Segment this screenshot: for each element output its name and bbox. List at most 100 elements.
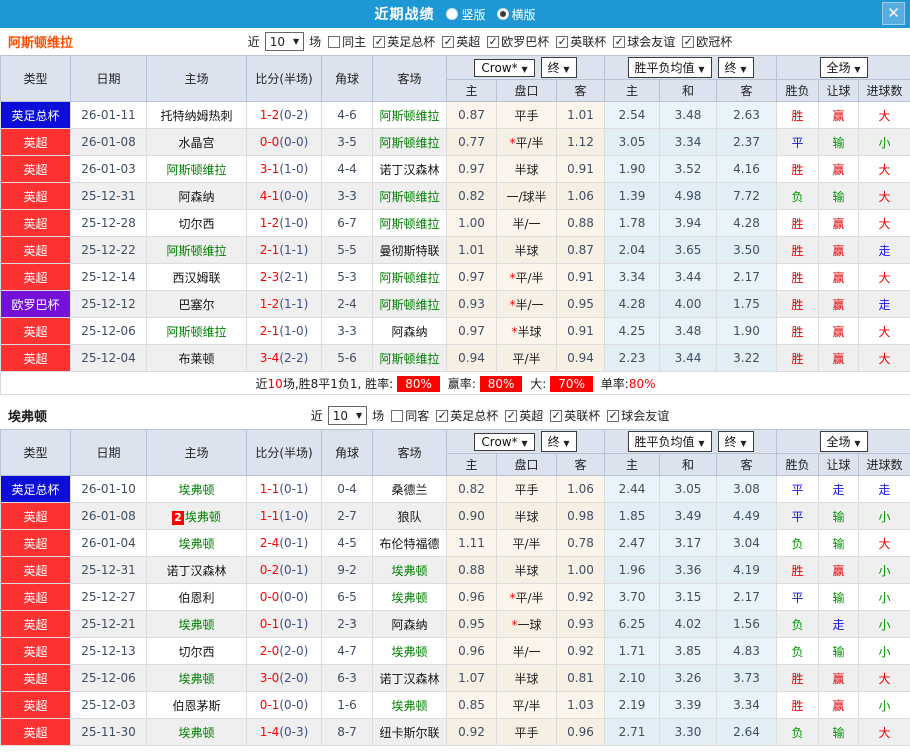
league-filter-checkbox[interactable]: ✓ — [613, 35, 626, 48]
home-team-name: 切尔西 — [178, 644, 215, 659]
handicap: 半球 — [496, 236, 557, 264]
match-row: 英超 25-12-28 切尔西 1-2(1-0) 6-7 阿斯顿维拉 1.00 半/一 0.88… — [0, 209, 910, 237]
scope-dropdown[interactable]: 全场 ▼ — [819, 57, 868, 78]
home-team-name: 埃弗顿 — [184, 509, 221, 524]
handicap: 平/半 — [496, 529, 557, 557]
final-dropdown[interactable]: 终 ▼ — [717, 431, 754, 452]
bookmaker-dropdown[interactable]: Crow* ▼ — [474, 433, 535, 451]
result-goals: 大 — [858, 182, 910, 210]
same-venue-checkbox[interactable] — [391, 409, 404, 422]
fulltime-score: 3-0 — [259, 671, 280, 685]
corner-score: 8-7 — [321, 718, 373, 746]
corner-score: 4-6 — [321, 101, 373, 129]
handicap: 半球 — [496, 502, 557, 530]
match-date: 26-01-03 — [70, 155, 147, 183]
handicap-text: 一/球半 — [506, 189, 547, 204]
league-badge: 英超 — [0, 236, 71, 264]
radio-vertical-layout[interactable] — [446, 8, 459, 20]
caret-down-icon: ▼ — [854, 439, 861, 448]
avg-win: 2.19 — [604, 691, 660, 719]
result-goals: 大 — [858, 209, 910, 237]
same-venue-checkbox[interactable] — [328, 35, 341, 48]
final-dropdown[interactable]: 终 ▼ — [540, 431, 577, 452]
avg-lose: 3.34 — [715, 691, 778, 719]
avg-lose: 4.83 — [715, 637, 778, 665]
home-team-name: 伯恩利 — [178, 590, 215, 605]
avg-win: 2.10 — [604, 664, 660, 692]
match-score: 1-1(0-1) — [246, 475, 322, 503]
sub-column-header: 盘口 — [496, 79, 557, 102]
fulltime-score: 2-4 — [259, 536, 280, 550]
league-filter-checkbox[interactable]: ✓ — [487, 35, 500, 48]
result-outcome: 胜 — [776, 344, 820, 372]
bookmaker-dropdown[interactable]: Crow* ▼ — [474, 59, 535, 77]
result-goals: 大 — [858, 155, 910, 183]
fulltime-score: 0-0 — [259, 590, 280, 604]
corner-score: 2-3 — [321, 610, 373, 638]
halftime-score: (0-0) — [279, 189, 309, 203]
wdl-mean-dropdown[interactable]: 胜平负均值 ▼ — [627, 431, 712, 452]
league-badge: 英超 — [0, 664, 71, 692]
away-team-name: 狼队 — [397, 509, 422, 524]
avg-win: 1.78 — [604, 209, 660, 237]
wdl-mean-dropdown[interactable]: 胜平负均值 ▼ — [627, 57, 712, 78]
handicap-text: 半球 — [514, 509, 539, 524]
scope-dropdown[interactable]: 全场 ▼ — [819, 431, 868, 452]
corner-score: 2-7 — [321, 502, 373, 530]
avg-win: 1.90 — [604, 155, 660, 183]
match-score: 2-0(2-0) — [246, 637, 322, 665]
handicap: 平手 — [496, 718, 557, 746]
corner-score: 3-3 — [321, 317, 373, 345]
league-filter-checkbox[interactable]: ✓ — [505, 409, 518, 422]
halftime-score: (0-1) — [279, 563, 309, 577]
result-handicap: 赢 — [818, 664, 860, 692]
rate-badge: 80% — [397, 375, 440, 392]
league-badge: 英超 — [0, 556, 71, 584]
league-filter-checkbox[interactable]: ✓ — [556, 35, 569, 48]
match-count-select[interactable]: 10 ▼ — [264, 32, 305, 51]
match-row: 英超 25-12-27 伯恩利 0-0(0-0) 6-5 埃弗顿 0.96 *平/半 0.92 3… — [0, 583, 910, 611]
summary-text: 80% — [628, 376, 656, 391]
match-score: 0-2(0-1) — [246, 556, 322, 584]
result-outcome: 平 — [776, 502, 820, 530]
avg-lose: 1.56 — [715, 610, 778, 638]
result-outcome: 平 — [776, 475, 820, 503]
odds-away: 0.81 — [556, 664, 605, 692]
match-date: 26-01-10 — [70, 475, 147, 503]
corner-score: 5-6 — [321, 344, 373, 372]
league-filter-checkbox[interactable]: ✓ — [607, 409, 620, 422]
result-handicap: 赢 — [818, 101, 860, 129]
odds-home: 0.97 — [446, 263, 497, 291]
league-filter-checkbox[interactable]: ✓ — [550, 409, 563, 422]
match-score: 3-4(2-2) — [246, 344, 322, 372]
match-row: 英超 25-12-06 埃弗顿 3-0(2-0) 6-3 诺丁汉森林 1.07 半球 0.81 2… — [0, 664, 910, 692]
sub-column-header: 进球数 — [858, 79, 910, 102]
corner-score: 3-5 — [321, 128, 373, 156]
league-filter-checkbox[interactable]: ✓ — [442, 35, 455, 48]
home-team: 埃弗顿 — [146, 664, 247, 692]
matches-table: 类型 日期 主场 比分(半场) 角球 客场 Crow* ▼ 终 ▼ 胜平负均值 ▼ 终 ▼ 全场 ▼… — [0, 429, 910, 746]
team-section: 阿斯顿维拉近 10 ▼ 场同主 ✓ 英足总杯 ✓ 英超 ✓ 欧罗巴杯 ✓ 英联杯 ✓ 球会友谊 ✓ 欧冠杯 类型… — [0, 28, 910, 395]
caret-down-icon: ▼ — [740, 65, 747, 74]
avg-draw: 3.30 — [659, 718, 717, 746]
avg-win: 2.44 — [604, 475, 660, 503]
result-outcome: 胜 — [776, 290, 820, 318]
fulltime-score: 1-2 — [259, 108, 280, 122]
final-dropdown[interactable]: 终 ▼ — [540, 57, 577, 78]
final-dropdown[interactable]: 终 ▼ — [717, 57, 754, 78]
radio-horizontal-layout[interactable] — [496, 8, 509, 20]
rate-badge: 70% — [550, 375, 593, 392]
league-badge: 英超 — [0, 263, 71, 291]
league-filter-checkbox[interactable]: ✓ — [682, 35, 695, 48]
close-button[interactable]: ✕ — [882, 2, 905, 25]
layout-options: 竖版 横版 — [438, 6, 536, 23]
away-team: 诺丁汉森林 — [372, 664, 447, 692]
match-count-select[interactable]: 10 ▼ — [327, 406, 368, 425]
league-filter-checkbox[interactable]: ✓ — [373, 35, 386, 48]
avg-lose: 4.19 — [715, 556, 778, 584]
away-team-name: 阿斯顿维拉 — [379, 216, 440, 231]
match-row: 英超 26-01-08 2 埃弗顿 1-1(1-0) 2-7 狼队 0.90 半球 0.98 1.8… — [0, 502, 910, 530]
league-filter-label: 英联杯 — [570, 35, 607, 49]
league-filter-checkbox[interactable]: ✓ — [436, 409, 449, 422]
result-goals: 走 — [858, 290, 910, 318]
